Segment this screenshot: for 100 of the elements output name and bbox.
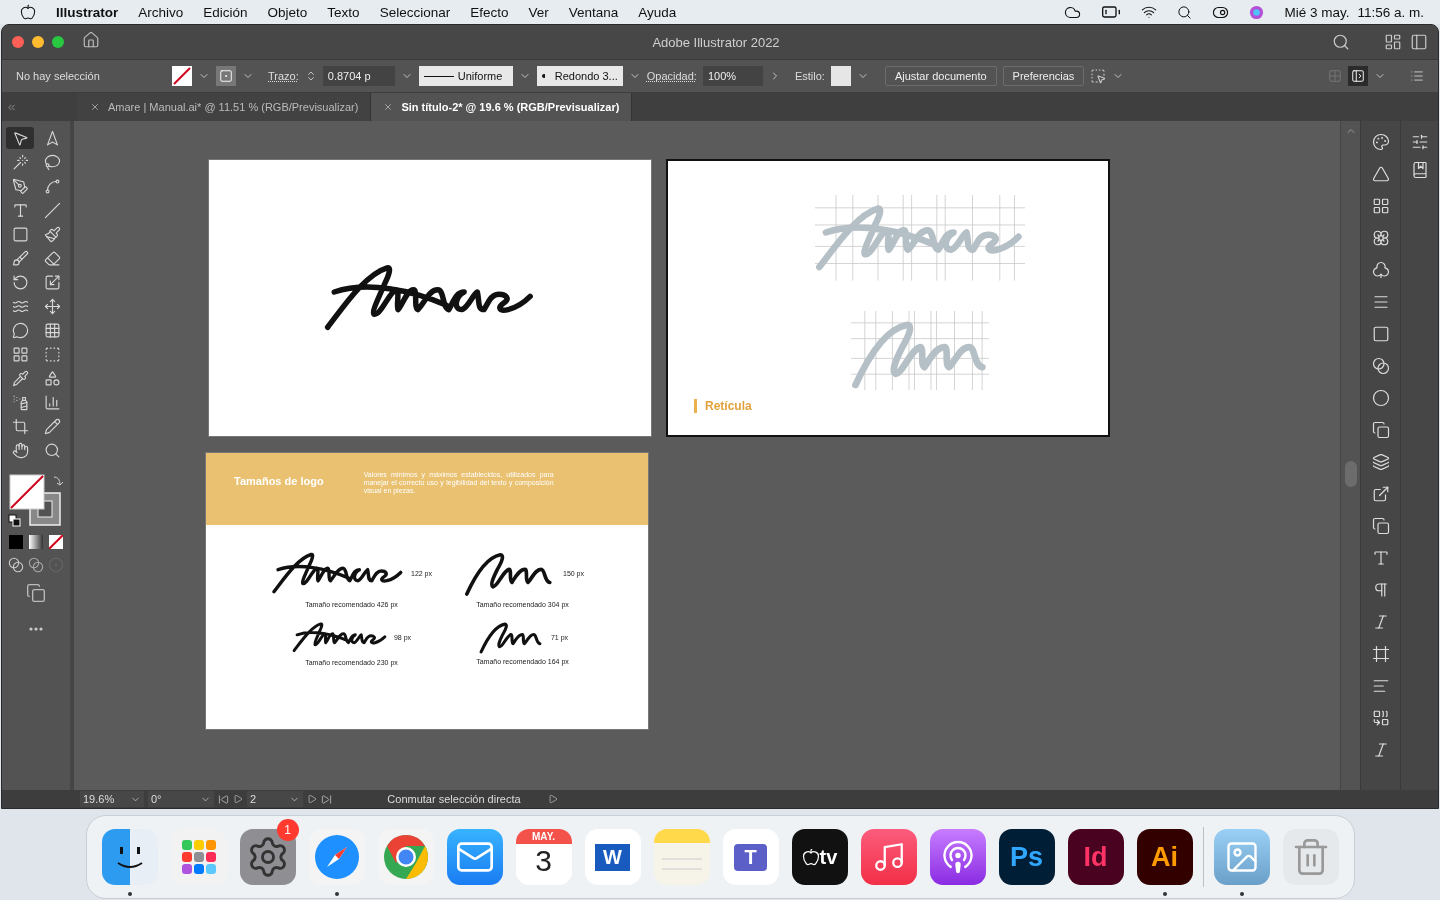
more-icon [29,627,43,631]
tv-logo: tv [819,845,838,869]
mesh-icon [11,345,29,363]
menu-item[interactable]: Objeto [267,4,308,20]
crop-icon [11,417,29,435]
toolbar-button[interactable]: Ajustar documento [884,66,997,86]
workspace-icon [1384,33,1402,51]
menu-item[interactable]: Edición [203,4,248,20]
move-icon [43,297,61,315]
app-icon[interactable]: W [584,829,641,885]
stroke-icon [219,69,233,83]
fill-stroke-drawing [6,473,66,529]
chrome-icon [381,833,430,881]
align-icon [1371,677,1390,695]
menu-item[interactable]: Efecto [470,4,509,20]
previous-icon [233,794,243,804]
window-title: Adobe Illustrator 2022 [652,34,780,50]
squares-icon [1371,421,1390,439]
apple-icon [20,4,36,20]
triangle-icon [1371,165,1390,183]
selection-status: No hay selección [16,70,101,82]
stroke-weight-field[interactable]: 0.8704 p [322,66,395,86]
scrollbar-thumb[interactable] [1345,461,1357,487]
section-caption: Retícula [694,399,752,413]
grid-icon [43,321,61,339]
opacity-label[interactable]: Opacidad: [646,70,697,82]
app-icon[interactable]: MAY. 3 [515,829,572,885]
library-icon [1410,161,1429,179]
line-icon [43,201,61,219]
club-icon [1371,261,1390,279]
app-icon[interactable]: T [722,829,779,885]
apple-icon [801,848,820,866]
rectangle-icon [11,225,29,243]
notification-badge: 1 [276,819,299,841]
dashed-square-icon [43,345,61,363]
menu-item[interactable]: Ventana [568,4,619,20]
teams-logo: T [734,843,767,871]
word-logo: W [595,843,630,871]
lasso-icon [43,153,61,171]
wifi-icon [1141,4,1158,20]
menu-time: 11:56 a. m. [1357,4,1424,20]
panel-icon [1351,69,1365,83]
zoom-field[interactable]: 19.6% [80,791,144,807]
rotate-icon [11,273,29,291]
eraser-icon [43,249,61,267]
tool-hint: Conmutar selección directa [386,793,522,805]
fill-swatch[interactable] [172,66,192,86]
app-logo: Id [1083,841,1108,873]
zoom-button[interactable] [52,36,64,48]
gradient-mode-button[interactable] [29,535,43,549]
play-icon [548,794,558,804]
stroke-label[interactable]: Trazo: [268,70,299,82]
toolbar-button[interactable]: Preferencias [1002,66,1085,86]
menu-item[interactable]: Archivo [138,4,184,20]
brush-dropdown[interactable]: Redondo 3... [536,66,623,86]
zoom-icon [43,441,61,459]
brush-icon [11,249,29,267]
layers-icon [1371,453,1390,471]
menu-item[interactable]: Ver [528,4,549,20]
style-label: Estilo: [794,70,825,82]
wand-icon [11,153,29,171]
last-icon [321,793,332,805]
color-mode-button[interactable] [9,535,23,549]
none-mode-button[interactable] [49,535,63,549]
panel-toggle[interactable] [1348,66,1368,86]
menu-item[interactable]: Texto [327,4,360,20]
app-icon[interactable] [101,829,158,885]
sliders-icon [1410,133,1429,151]
pencil-icon [43,417,61,435]
home-icon [82,31,100,49]
minimize-button[interactable] [32,36,44,48]
tool-button[interactable] [6,127,34,149]
rotation-field[interactable]: 0° [148,791,214,807]
first-icon [218,793,229,805]
eyedropper-icon [11,369,29,387]
type-icon [11,201,29,219]
app-icon[interactable]: Ai [1136,829,1193,885]
lines-icon [1371,293,1390,311]
calendar-month: MAY. [515,829,572,844]
scale-icon [43,273,61,291]
calendar-day: 3 [515,844,572,878]
paintbrush-icon [43,225,61,243]
style-swatch[interactable] [830,66,851,86]
menu-item[interactable]: Seleccionar [379,4,451,20]
menu-item[interactable]: Ayuda [638,4,677,20]
close-button[interactable] [12,36,24,48]
profile-dropdown[interactable]: Uniforme [418,66,513,86]
stroke-swatch[interactable] [216,66,236,86]
circles-icon [1371,357,1390,375]
artboard-field[interactable]: 2 [247,791,303,807]
app-icon[interactable]: Id [1067,829,1124,885]
grid-icon [1328,69,1342,83]
app-icon[interactable]: Ps [998,829,1055,885]
opacity-field[interactable]: 100% [702,66,763,86]
app-icon[interactable]: tv [791,829,848,885]
app-menu[interactable]: Illustrator [56,4,119,20]
header-title: Tamaños de logo [234,475,324,487]
grid-icon [1371,197,1390,215]
document-tab[interactable]: Sin título-2* @ 19.6 % (RGB/Previsualizar) [371,93,633,121]
spray-can-icon [11,393,29,411]
